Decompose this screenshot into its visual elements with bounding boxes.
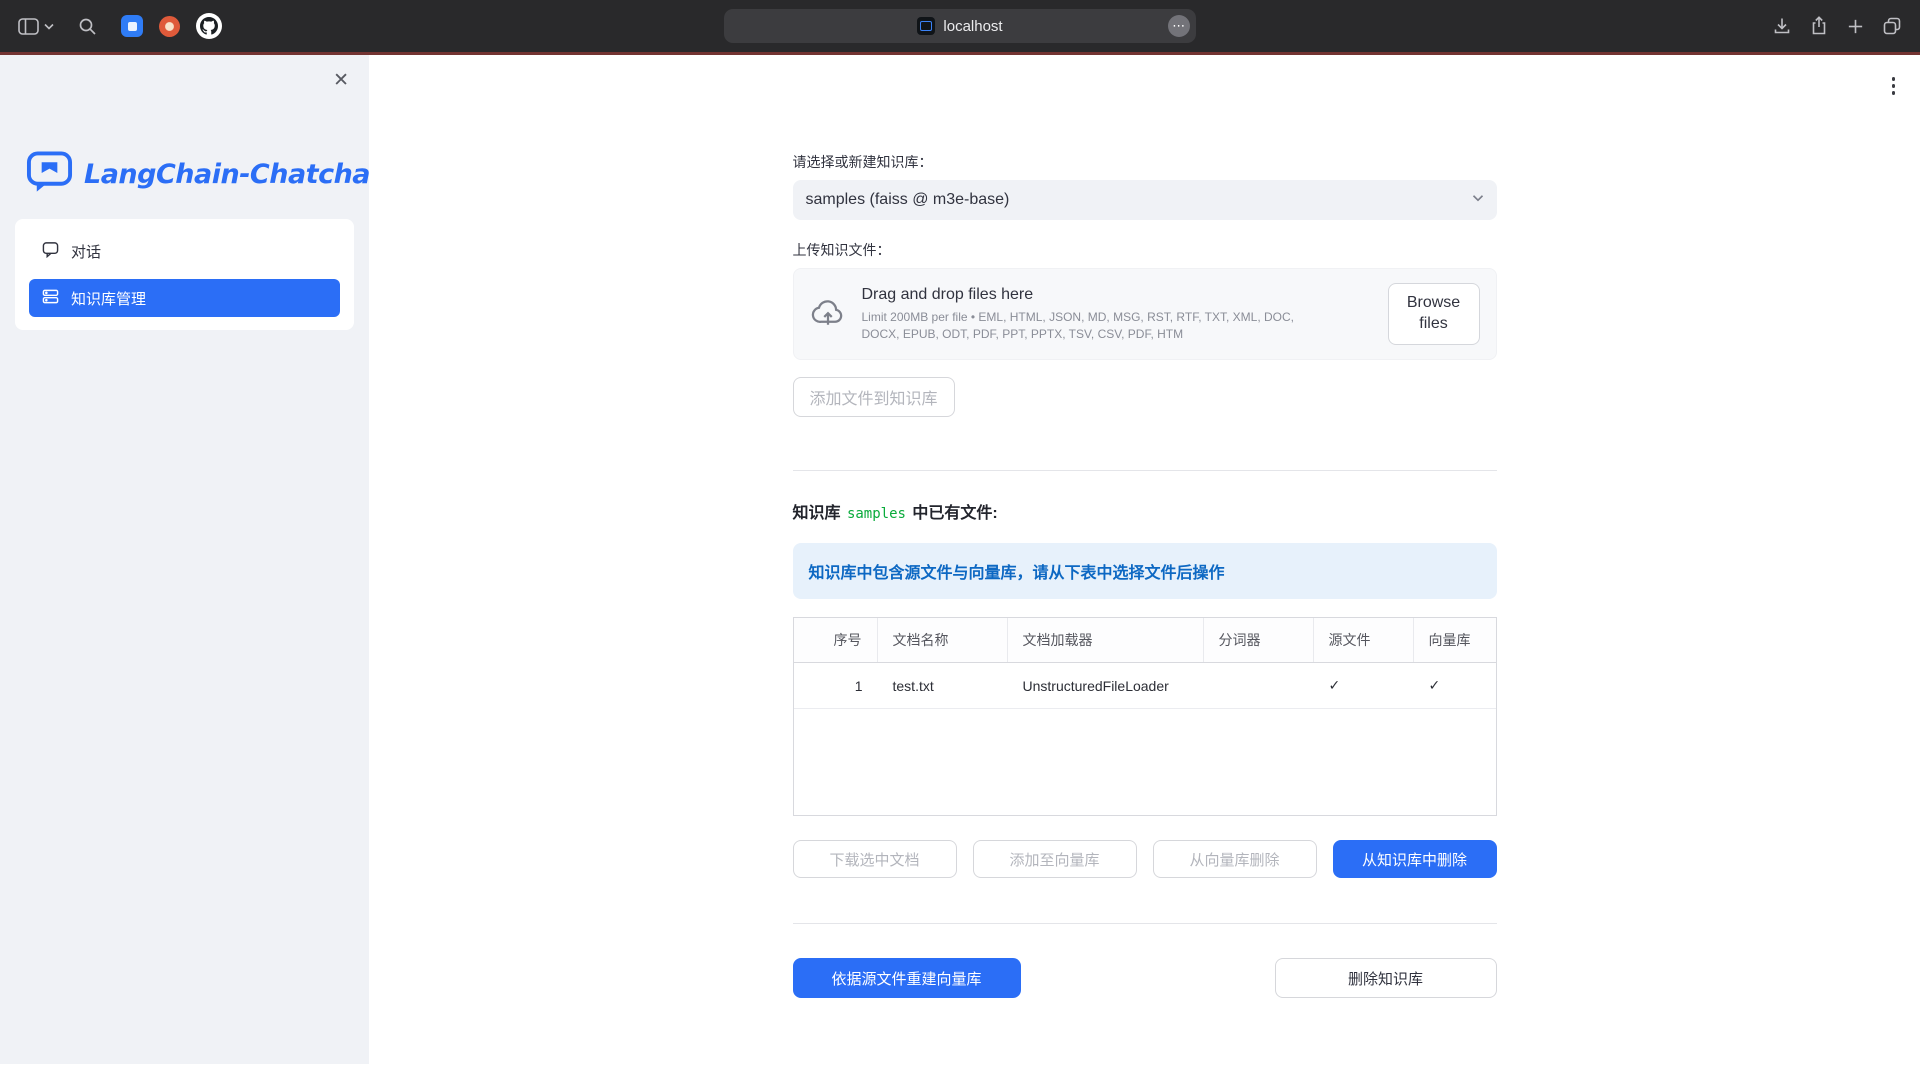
cell-loader: UnstructuredFileLoader <box>1008 663 1204 708</box>
cloud-upload-icon <box>810 297 846 332</box>
url-options-icon[interactable]: ⋯ <box>1168 15 1190 37</box>
site-favicon <box>917 17 935 35</box>
chevron-down-icon[interactable] <box>44 23 54 30</box>
dropzone-texts: Drag and drop files here Limit 200MB per… <box>862 286 1372 341</box>
file-dropzone[interactable]: Drag and drop files here Limit 200MB per… <box>793 268 1497 360</box>
remove-from-vectorstore-button[interactable]: 从向量库删除 <box>1153 840 1317 878</box>
rebuild-vectorstore-button[interactable]: 依据源文件重建向量库 <box>793 958 1021 998</box>
share-icon[interactable] <box>1809 16 1829 36</box>
files-table: 序号 文档名称 文档加载器 分词器 源文件 向量库 1 test.txt Uns… <box>793 617 1497 816</box>
kb-heading-suffix: 中已有文件: <box>908 505 998 522</box>
table-header-index[interactable]: 序号 <box>794 618 878 662</box>
kb-manage-buttons: 依据源文件重建向量库 删除知识库 <box>793 958 1497 998</box>
close-sidebar-icon[interactable]: ✕ <box>333 71 349 90</box>
address-bar[interactable]: localhost ⋯ <box>724 9 1196 43</box>
kb-heading-prefix: 知识库 <box>793 505 845 522</box>
kb-files-heading: 知识库 samples 中已有文件: <box>793 499 1497 523</box>
table-row[interactable]: 1 test.txt UnstructuredFileLoader ✓ ✓ <box>794 663 1496 709</box>
extension-icon-blue[interactable] <box>121 15 143 37</box>
kb-select[interactable]: samples (faiss @ m3e-base) <box>793 180 1497 220</box>
cell-vectorstore-check: ✓ <box>1414 663 1496 708</box>
downloads-icon[interactable] <box>1772 16 1792 36</box>
dropzone-limit-text: Limit 200MB per file • EML, HTML, JSON, … <box>862 309 1298 341</box>
sidebar-item-dialogue[interactable]: 对话 <box>29 232 340 270</box>
url-text: localhost <box>943 18 1002 35</box>
database-list-icon <box>42 288 59 309</box>
sidebar: ✕ LangChain-Chatchat <box>0 55 369 1064</box>
sidebar-item-label: 知识库管理 <box>71 288 146 309</box>
sidebar-item-label: 对话 <box>71 241 101 262</box>
app-window: ✕ LangChain-Chatchat <box>0 55 1920 1080</box>
table-header-vectorstore[interactable]: 向量库 <box>1414 618 1496 662</box>
search-icon[interactable] <box>78 17 97 36</box>
sidebar-item-knowledge-base[interactable]: 知识库管理 <box>29 279 340 317</box>
cell-sourcefile-check: ✓ <box>1314 663 1414 708</box>
main-area: 请选择或新建知识库： samples (faiss @ m3e-base) 上传… <box>369 55 1920 1080</box>
select-chevron-down-icon <box>1469 189 1487 212</box>
kb-select-label: 请选择或新建知识库： <box>793 152 1497 172</box>
sidebar-nav: 对话 知识库管理 <box>15 219 354 330</box>
kb-heading-code: samples <box>845 506 908 522</box>
cell-splitter <box>1204 663 1314 708</box>
sidebar-container: ✕ LangChain-Chatchat <box>0 55 369 1080</box>
tab-overview-icon[interactable] <box>1882 16 1902 36</box>
content-column: 请选择或新建知识库： samples (faiss @ m3e-base) 上传… <box>793 55 1497 998</box>
section-divider <box>793 923 1497 924</box>
info-banner: 知识库中包含源文件与向量库，请从下表中选择文件后操作 <box>793 543 1497 599</box>
logo-bubble-icon <box>26 150 73 199</box>
new-tab-icon[interactable] <box>1846 17 1865 36</box>
github-icon[interactable] <box>196 13 222 39</box>
browse-files-button[interactable]: Browse files <box>1388 283 1480 345</box>
kb-select-value: samples (faiss @ m3e-base) <box>806 191 1469 209</box>
extension-icon-orange[interactable] <box>159 16 180 37</box>
table-header-row: 序号 文档名称 文档加载器 分词器 源文件 向量库 <box>794 618 1496 663</box>
upload-label: 上传知识文件： <box>793 240 1497 260</box>
delete-kb-button[interactable]: 删除知识库 <box>1275 958 1497 998</box>
add-files-to-kb-button[interactable]: 添加文件到知识库 <box>793 377 955 417</box>
download-selected-button[interactable]: 下载选中文档 <box>793 840 957 878</box>
table-header-sourcefile[interactable]: 源文件 <box>1314 618 1414 662</box>
dropzone-title: Drag and drop files here <box>862 286 1372 304</box>
file-action-buttons: 下载选中文档 添加至向量库 从向量库删除 从知识库中删除 <box>793 840 1497 878</box>
cell-filename: test.txt <box>878 663 1008 708</box>
toolbar-right-group <box>1772 16 1902 36</box>
cell-index: 1 <box>794 663 878 708</box>
browser-toolbar: localhost ⋯ <box>0 0 1920 52</box>
chat-bubble-icon <box>42 241 59 262</box>
app-logo: LangChain-Chatchat <box>0 55 369 199</box>
table-header-filename[interactable]: 文档名称 <box>878 618 1008 662</box>
sidebar-toggle-icon[interactable] <box>18 18 39 35</box>
section-divider <box>793 470 1497 471</box>
table-header-loader[interactable]: 文档加载器 <box>1008 618 1204 662</box>
table-header-splitter[interactable]: 分词器 <box>1204 618 1314 662</box>
add-to-vectorstore-button[interactable]: 添加至向量库 <box>973 840 1137 878</box>
app-menu-icon[interactable] <box>1888 73 1900 99</box>
delete-from-kb-button[interactable]: 从知识库中删除 <box>1333 840 1497 878</box>
table-empty-area <box>794 709 1496 815</box>
toolbar-left-group <box>18 13 222 39</box>
logo-text: LangChain-Chatchat <box>84 159 382 190</box>
